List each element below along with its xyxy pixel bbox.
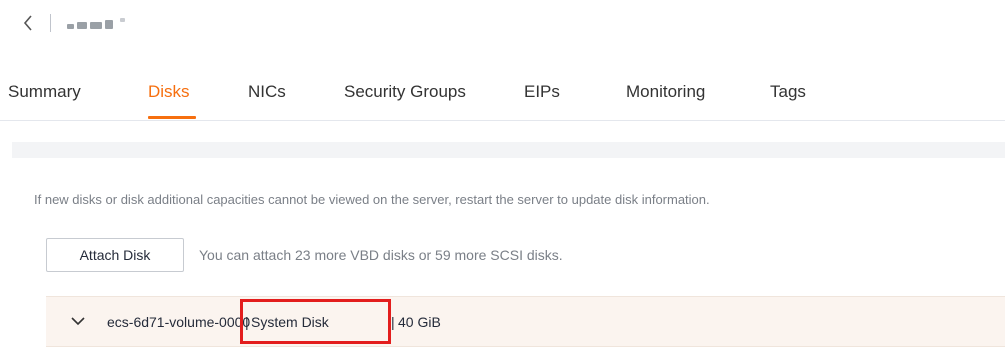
page-header	[18, 8, 125, 38]
disk-size: 40 GiB	[398, 313, 441, 330]
tab-disks[interactable]: Disks	[148, 82, 190, 102]
back-button[interactable]	[18, 8, 38, 38]
expand-toggle[interactable]	[68, 311, 88, 331]
disk-row[interactable]: ecs-6d71-volume-0000 | System Disk | 40 …	[46, 296, 1005, 347]
tab-tags[interactable]: Tags	[770, 82, 806, 102]
tab-summary[interactable]: Summary	[8, 82, 81, 102]
attach-disk-hint: You can attach 23 more VBD disks or 59 m…	[199, 247, 563, 263]
attach-disk-button[interactable]: Attach Disk	[46, 238, 184, 272]
tab-nics[interactable]: NICs	[248, 82, 286, 102]
tab-eips[interactable]: EIPs	[524, 82, 560, 102]
header-divider	[50, 14, 51, 32]
tab-monitoring[interactable]: Monitoring	[626, 82, 705, 102]
redacted-server-name	[67, 18, 125, 29]
highlight-annotation	[240, 299, 391, 344]
disk-name: ecs-6d71-volume-0000	[107, 313, 251, 330]
disk-separator: |	[391, 313, 395, 330]
tab-security-groups[interactable]: Security Groups	[344, 82, 466, 102]
tab-bar: Summary Disks NICs Security Groups EIPs …	[0, 68, 1005, 121]
disk-info-notice: If new disks or disk additional capaciti…	[34, 192, 710, 207]
active-tab-indicator	[148, 116, 196, 119]
chevron-left-icon	[23, 15, 32, 31]
chevron-down-icon	[71, 316, 85, 325]
